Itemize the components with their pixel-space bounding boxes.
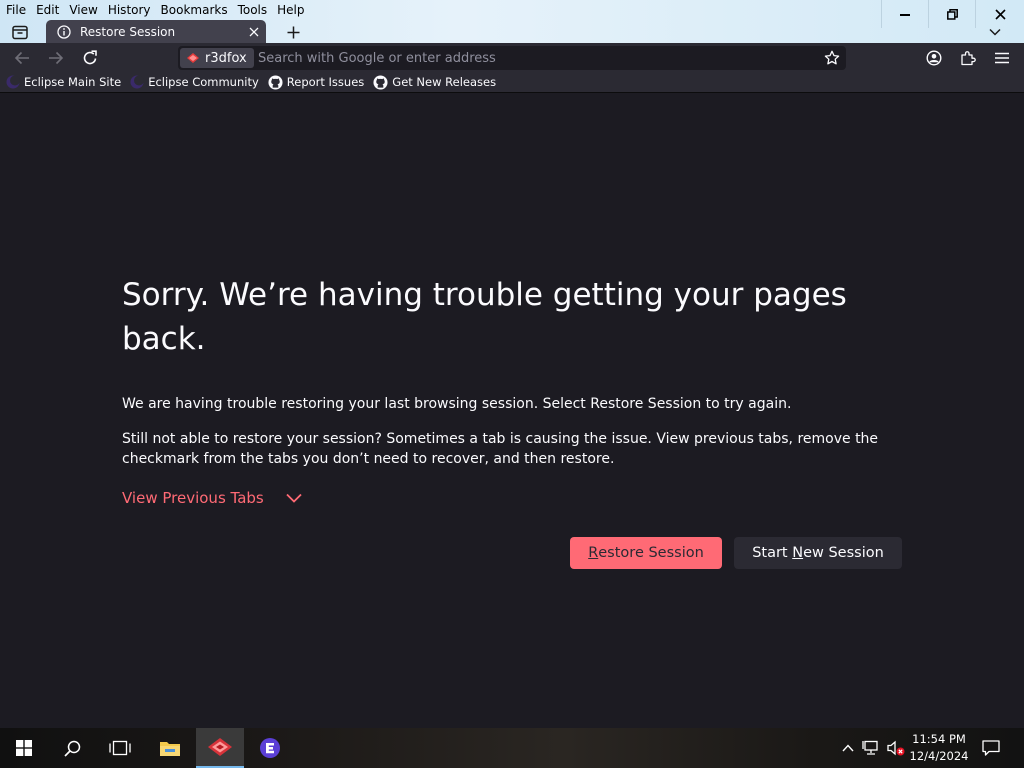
address-input[interactable] [258,46,818,70]
network-icon [862,740,878,755]
task-view-button[interactable] [96,728,144,768]
identity-label: r3dfox [205,50,247,66]
arrow-left-icon [14,51,29,65]
r3dfox-logo-icon [208,738,232,756]
eclipse-icon [130,75,145,89]
tab-tray-icon [12,25,28,39]
hamburger-menu-icon [995,52,1009,64]
extensions-button[interactable] [954,45,982,71]
new-tab-button[interactable] [280,21,306,43]
firefox-view-button[interactable] [6,21,34,43]
window-controls [881,0,1024,28]
github-icon [373,74,388,90]
chevron-up-icon [842,744,854,752]
bookmark-get-new-releases[interactable]: Get New Releases [373,72,496,92]
bookmark-label: Eclipse Main Site [24,75,122,89]
search-icon [63,740,80,757]
page-content: Sorry. We’re having trouble getting your… [0,93,1024,728]
menu-bar: File Edit View History Bookmarks Tools H… [0,0,309,20]
bookmarks-toolbar: Eclipse Main Site Eclipse Community Repo… [0,72,1024,93]
puzzle-piece-icon [961,51,976,66]
page-title: Sorry. We’re having trouble getting your… [122,277,847,357]
taskbar-clock[interactable]: 11:54 PM 12/4/2024 [906,731,972,765]
restore-window-icon [946,8,958,20]
menu-edit[interactable]: Edit [36,0,59,20]
network-tray-button[interactable] [861,738,881,758]
account-button[interactable] [920,45,948,71]
minimize-button[interactable] [881,0,928,28]
bookmark-star-button[interactable] [820,46,844,70]
r3dfox-logo-icon [187,53,199,63]
github-icon [268,74,283,90]
bookmark-eclipse-community[interactable]: Eclipse Community [130,72,259,92]
volume-tray-button[interactable] [886,738,906,758]
start-new-session-button[interactable]: Start New Session [734,537,902,569]
bookmark-report-issues[interactable]: Report Issues [268,72,365,92]
close-icon [249,27,259,36]
description-paragraph: We are having trouble restoring your las… [122,396,792,412]
tab-close-button[interactable] [242,20,266,43]
back-button[interactable] [8,45,36,71]
menu-tools[interactable]: Tools [238,0,268,20]
tab-title: Restore Session [80,24,176,39]
access-key: R [588,545,599,561]
task-view-icon [109,740,131,756]
clock-date: 12/4/2024 [909,749,969,763]
menu-bookmarks[interactable]: Bookmarks [161,0,228,20]
eclipse-app-taskbar-button[interactable] [246,728,294,768]
app-menu-button[interactable] [988,45,1016,71]
file-explorer-button[interactable] [146,728,194,768]
search-button[interactable] [48,728,96,768]
menu-help[interactable]: Help [277,0,304,20]
minimize-icon [900,14,910,16]
start-button[interactable] [0,728,48,768]
navigation-toolbar: r3dfox [0,43,1024,72]
help-paragraph: Still not able to restore your session? … [122,431,879,467]
tab-restore-session[interactable]: Restore Session [46,20,266,43]
account-icon [926,50,942,66]
forward-button[interactable] [42,45,70,71]
button-label-start: Start [752,545,793,561]
star-icon [824,50,840,65]
button-label: estore Session [598,545,704,561]
bookmark-label: Get New Releases [392,75,497,89]
eclipse-icon [6,75,20,89]
access-key: N [792,545,804,561]
bookmark-label: Report Issues [286,75,365,89]
reload-button[interactable] [76,45,104,71]
close-window-button[interactable] [975,0,1024,28]
r3dfox-taskbar-button[interactable] [196,728,244,768]
view-previous-tabs-label: View Previous Tabs [122,489,264,507]
notification-icon [982,740,1000,756]
button-label-end: ew Session [803,545,884,561]
menu-view[interactable]: View [69,0,97,20]
bookmark-eclipse-main-site[interactable]: Eclipse Main Site [6,72,121,92]
action-center-button[interactable] [981,738,1001,758]
taskbar: 11:54 PM 12/4/2024 [0,728,1024,768]
show-hidden-icons-button[interactable] [838,738,858,758]
windows-logo-icon [16,740,32,756]
restore-session-button[interactable]: Restore Session [570,537,722,569]
identity-box[interactable]: r3dfox [180,48,254,68]
bookmark-label: Eclipse Community [148,75,259,89]
url-bar[interactable]: r3dfox [178,46,846,70]
close-icon [994,8,1006,20]
plus-icon [287,26,299,38]
menu-history[interactable]: History [108,0,151,20]
arrow-right-icon [49,51,64,65]
info-icon [56,24,72,40]
reload-icon [83,50,97,65]
volume-muted-icon [887,740,905,756]
chevron-down-icon [989,28,1001,36]
chevron-down-icon [286,493,302,503]
clock-time: 11:54 PM [912,732,966,746]
folder-icon [160,742,180,756]
restore-window-button[interactable] [928,0,975,28]
title-bar: File Edit View History Bookmarks Tools H… [0,0,1024,43]
view-previous-tabs-toggle[interactable]: View Previous Tabs [122,489,302,507]
eclipse-app-icon [260,738,280,758]
menu-file[interactable]: File [6,0,26,20]
